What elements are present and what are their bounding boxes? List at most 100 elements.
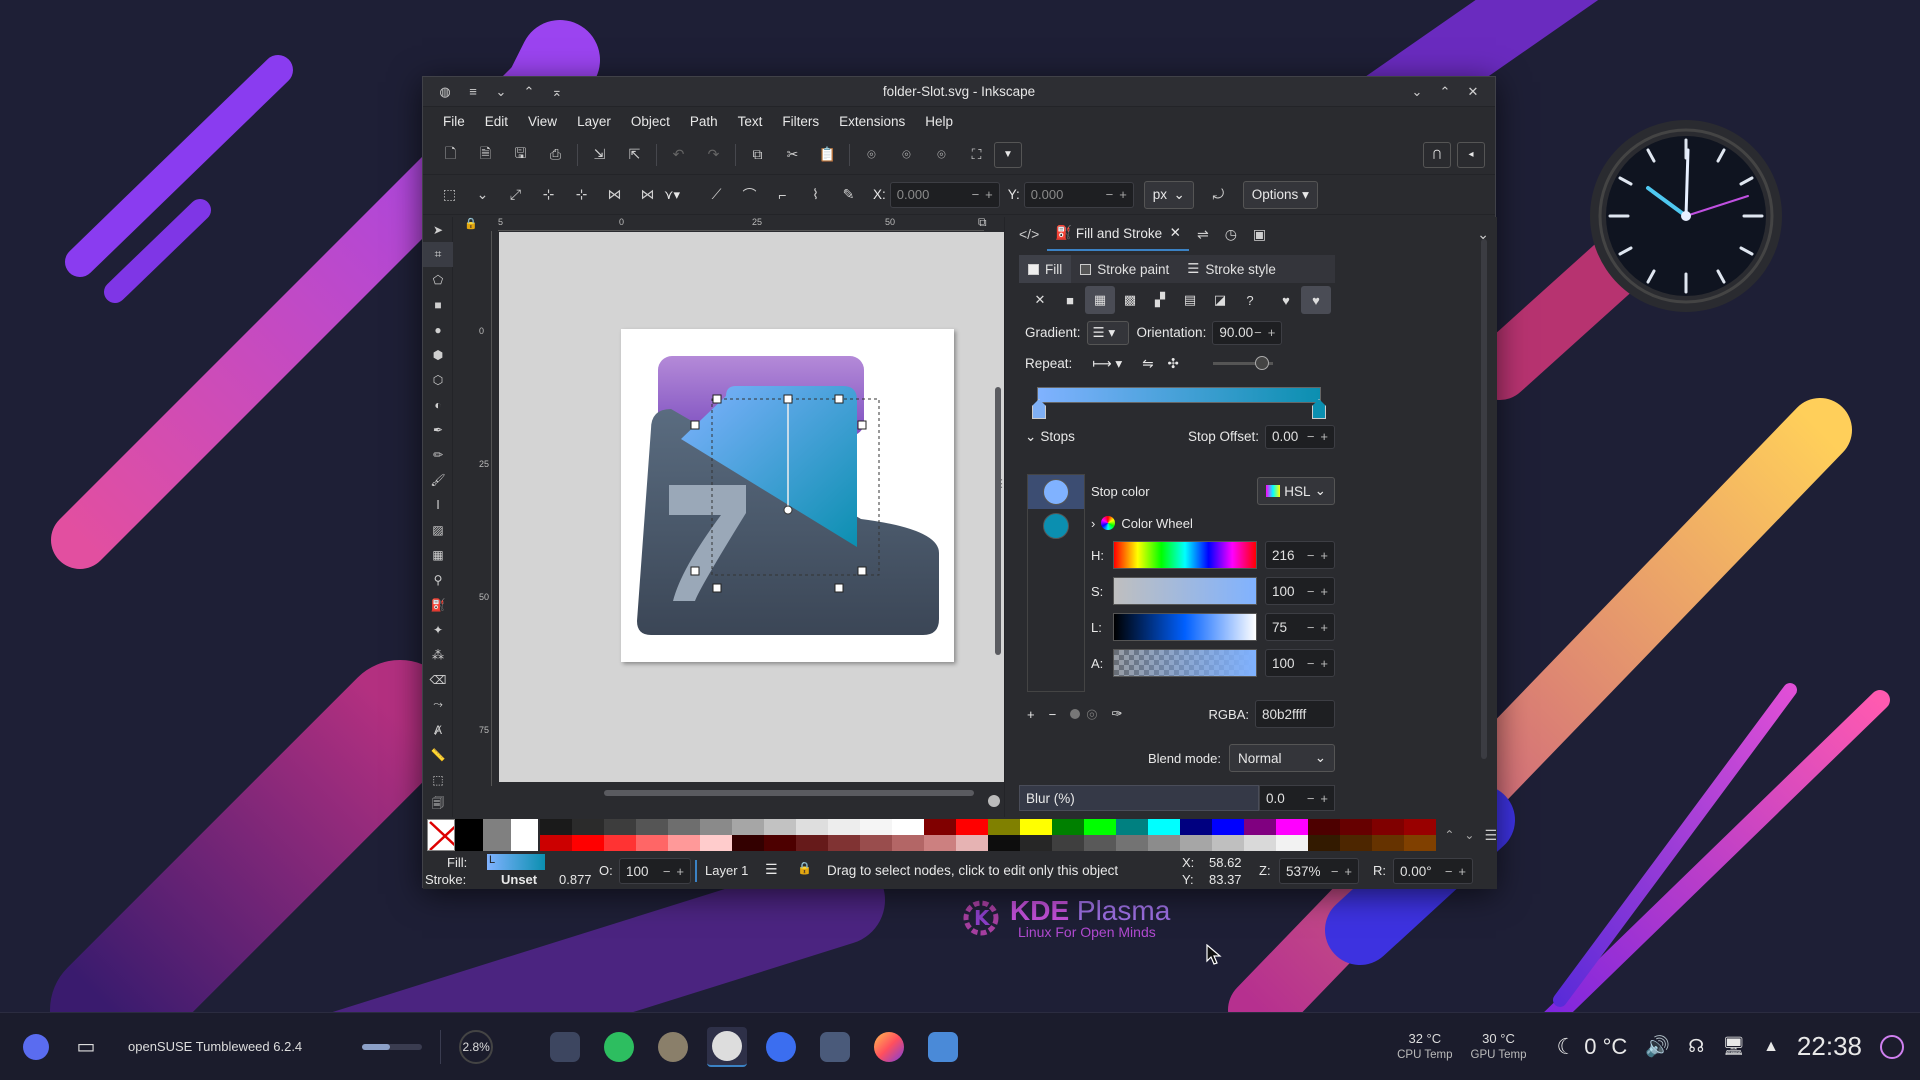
shape-builder-tool-icon[interactable]: ⬠ bbox=[423, 267, 453, 292]
rotation-decrement[interactable]: − bbox=[1445, 864, 1453, 879]
zoom-page-icon[interactable]: ⌾ bbox=[924, 140, 959, 170]
unset-paint-icon[interactable]: ? bbox=[1235, 286, 1265, 314]
blend-mode-select[interactable]: Normal ⌄ bbox=[1229, 744, 1335, 772]
keep-below-icon[interactable]: ⌄ bbox=[487, 78, 515, 106]
color-wheel-expander[interactable]: › Color Wheel bbox=[1091, 511, 1193, 535]
slider-thumb[interactable] bbox=[1254, 356, 1269, 370]
show-desktop-icon[interactable]: ▭ bbox=[66, 1027, 106, 1067]
lightness-decrement[interactable]: − bbox=[1307, 620, 1315, 635]
window-titlebar[interactable]: ◍ ≡ ⌄ ⌃ ⌅ folder-Slot.svg - Inkscape ⌄ ⌃… bbox=[423, 77, 1495, 107]
redo-icon[interactable]: ↷ bbox=[696, 140, 731, 170]
orientation-input[interactable]: 90.00− + bbox=[1212, 320, 1283, 345]
ellipse-tool-icon[interactable]: ● bbox=[423, 317, 453, 342]
node-select-all-icon[interactable]: ⬚ bbox=[433, 180, 466, 210]
xml-editor-tab-icon[interactable]: </> bbox=[1011, 217, 1047, 251]
blur-slider[interactable]: Blur (%) bbox=[1019, 785, 1259, 811]
palette-swatch[interactable] bbox=[1276, 835, 1309, 851]
palette-swatch[interactable] bbox=[604, 835, 637, 851]
palette-swatch[interactable] bbox=[956, 835, 989, 851]
add-stop-icon[interactable]: + bbox=[1027, 707, 1035, 722]
transform-stroke-icon[interactable]: ⤾ bbox=[1202, 180, 1235, 210]
menu-file[interactable]: File bbox=[433, 114, 475, 129]
network-icon[interactable]: 🖥 bbox=[1722, 1036, 1745, 1057]
palette-swatch[interactable] bbox=[988, 835, 1021, 851]
copy-icon[interactable]: ⧉ bbox=[740, 140, 775, 170]
node-delete-segment-icon[interactable]: ⋈ bbox=[631, 180, 664, 210]
undo-icon[interactable]: ↶ bbox=[661, 140, 696, 170]
snap-popover-icon[interactable]: ◂ bbox=[1457, 141, 1485, 168]
blur-input[interactable]: 0.0 − + bbox=[1259, 785, 1335, 811]
gradient-edit-icon[interactable]: ✣ bbox=[1168, 356, 1179, 372]
tray-expand-icon[interactable]: ▲ bbox=[1763, 1038, 1779, 1056]
menu-layer[interactable]: Layer bbox=[567, 114, 621, 129]
folder-artwork[interactable] bbox=[621, 329, 954, 662]
lightness-increment[interactable]: + bbox=[1320, 620, 1328, 635]
rectangle-tool-icon[interactable]: ■ bbox=[423, 292, 453, 317]
connector-tool-icon[interactable]: ⤳ bbox=[423, 692, 453, 717]
repeat-mode-icon[interactable]: ⟼ ▾ bbox=[1092, 356, 1122, 372]
palette-swatch[interactable] bbox=[1372, 819, 1405, 835]
stop-offset-input[interactable]: 0.00− + bbox=[1265, 424, 1335, 449]
print-icon[interactable]: ⎙ bbox=[538, 140, 573, 170]
palette-swatch[interactable] bbox=[956, 819, 989, 835]
color-picker-icon[interactable]: ✑ bbox=[1112, 706, 1123, 722]
volume-icon[interactable]: 🔊 bbox=[1645, 1034, 1670, 1059]
reverse-gradient-icon[interactable]: ⇋ bbox=[1142, 356, 1153, 372]
fill-rule-nonzero-icon[interactable]: ♥ bbox=[1301, 286, 1331, 314]
opacity-decrement[interactable]: − bbox=[663, 864, 671, 879]
stroke-width-value[interactable]: 0.877 bbox=[559, 872, 592, 887]
color-managed-icon[interactable] bbox=[1070, 709, 1081, 719]
node-handle[interactable] bbox=[857, 566, 867, 576]
orientation-decrement[interactable]: − bbox=[1254, 325, 1262, 340]
palette-swatch[interactable] bbox=[1212, 819, 1245, 835]
measure-tool-icon[interactable]: 📏 bbox=[423, 742, 453, 767]
hue-increment[interactable]: + bbox=[1320, 548, 1328, 563]
palette-swatch[interactable] bbox=[892, 835, 925, 851]
flat-color-icon[interactable]: ■ bbox=[1055, 286, 1085, 314]
layer-lock-icon[interactable]: 🔒 bbox=[797, 861, 812, 875]
palette-swatch[interactable] bbox=[764, 835, 797, 851]
save-icon[interactable]: 🖫 bbox=[503, 140, 538, 170]
fill-rule-evenodd-icon[interactable]: ♥ bbox=[1271, 286, 1301, 314]
star-tool-icon[interactable]: ⬢ bbox=[423, 342, 453, 367]
cpu-load-widget[interactable]: 2.8% bbox=[459, 1029, 494, 1064]
remove-stop-icon[interactable]: − bbox=[1049, 707, 1057, 722]
palette-swatch[interactable] bbox=[1020, 835, 1053, 851]
palette-swatch[interactable] bbox=[540, 819, 573, 835]
pattern-icon[interactable]: ▤ bbox=[1175, 286, 1205, 314]
linear-gradient-icon[interactable]: ▦ bbox=[1085, 286, 1115, 314]
minimize-icon[interactable]: ⌄ bbox=[1403, 78, 1431, 106]
alpha-increment[interactable]: + bbox=[1320, 656, 1328, 671]
palette-swatch[interactable] bbox=[1308, 819, 1341, 835]
segment-curve-icon[interactable]: ⌒ bbox=[733, 180, 766, 210]
x-increment[interactable]: + bbox=[985, 187, 993, 202]
node-handle[interactable] bbox=[712, 583, 722, 593]
palette-swatch[interactable] bbox=[1340, 835, 1373, 851]
shade-icon[interactable]: ⌅ bbox=[543, 78, 571, 106]
options-button[interactable]: Options ▾ bbox=[1242, 180, 1318, 209]
inkscape-app-icon[interactable] bbox=[707, 1026, 748, 1067]
pencil-tool-icon[interactable]: ✏ bbox=[423, 442, 453, 467]
radial-gradient-icon[interactable]: ▩ bbox=[1115, 286, 1145, 314]
palette-swatch[interactable] bbox=[572, 835, 605, 851]
menu-text[interactable]: Text bbox=[728, 114, 773, 129]
text-tool-icon[interactable]: Ⅰ bbox=[423, 492, 453, 517]
gradient-select[interactable]: ☰ ▾ bbox=[1086, 320, 1129, 345]
palette-scroll-up-icon[interactable]: ⌃ bbox=[1444, 828, 1454, 842]
pen-tool-icon[interactable]: ✒ bbox=[423, 417, 453, 442]
node-handle[interactable] bbox=[712, 394, 722, 404]
node-cusp-icon[interactable]: ⌐ bbox=[766, 180, 799, 210]
snap-toggle-icon[interactable]: ⋂ bbox=[1423, 141, 1451, 168]
document-properties-tab-icon[interactable]: ▣ bbox=[1245, 217, 1274, 251]
eraser-tool-icon[interactable]: ⌫ bbox=[423, 667, 453, 692]
swatch-icon[interactable]: ◪ bbox=[1205, 286, 1235, 314]
opacity-increment[interactable]: + bbox=[676, 864, 684, 879]
stroke-indicator-value[interactable]: Unset bbox=[501, 872, 537, 887]
calligraphy-tool-icon[interactable]: 🖌 bbox=[423, 467, 453, 492]
palette-swatch-black[interactable] bbox=[455, 819, 483, 851]
layers-menu-icon[interactable]: ☰ bbox=[765, 861, 778, 878]
chevron-down-icon[interactable]: ⌄ bbox=[1025, 429, 1036, 445]
stroke-to-path-icon[interactable]: ✎ bbox=[832, 180, 865, 210]
menu-help[interactable]: Help bbox=[915, 114, 963, 129]
weather-temp[interactable]: 0 °C bbox=[1584, 1034, 1627, 1060]
